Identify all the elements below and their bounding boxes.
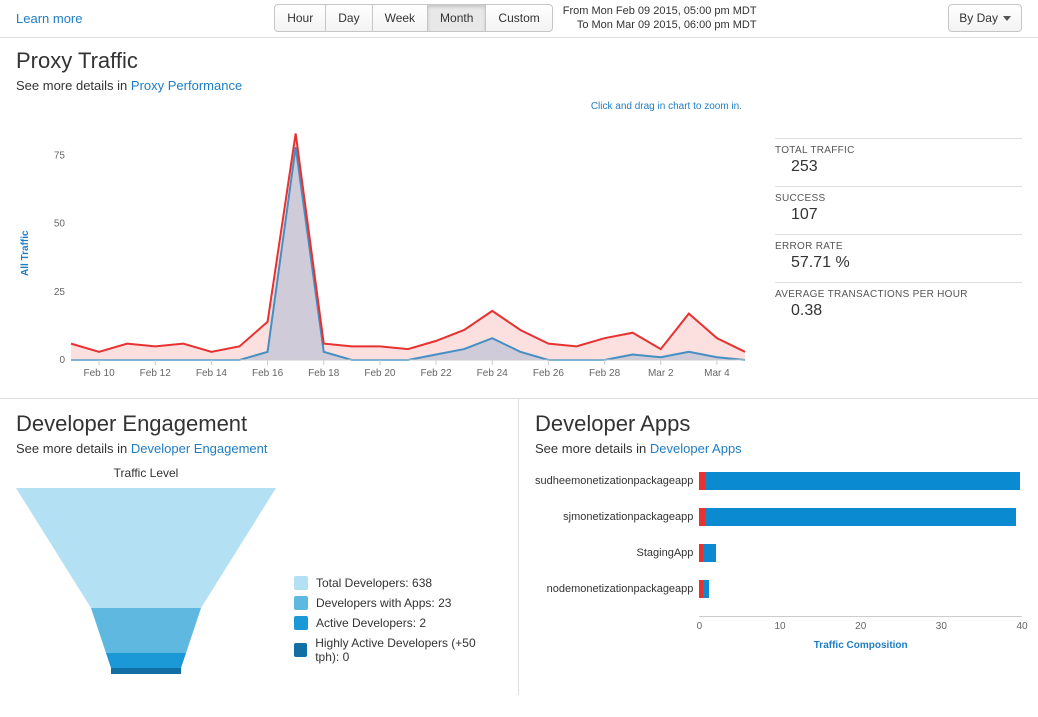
stat-total-traffic: TOTAL TRAFFIC 253 [775,138,1022,186]
apps-x-label: Traffic Composition [699,640,1022,651]
dev-engagement-subtitle: See more details in Developer Engagement [16,441,502,456]
dev-apps-link[interactable]: Developer Apps [650,441,742,456]
funnel-wrap: Traffic Level [16,466,276,683]
dev-engagement-title: Developer Engagement [16,411,502,437]
swatch-icon [294,576,308,590]
app-label: nodemonetizationpackageapp [547,580,694,598]
bottom-row: Developer Engagement See more details in… [0,399,1038,695]
svg-text:Feb 12: Feb 12 [140,368,172,379]
svg-text:Feb 18: Feb 18 [308,368,340,379]
svg-text:Mar 2: Mar 2 [648,368,674,379]
legend-label: Active Developers: 2 [316,616,426,630]
svg-text:25: 25 [54,286,66,297]
stat-value: 0.38 [775,302,1022,320]
funnel-legend: Total Developers: 638 Developers with Ap… [294,466,502,670]
apps-bars [699,472,1022,598]
stat-label: TOTAL TRAFFIC [775,145,1022,156]
aggregation-dropdown[interactable]: By Day [948,4,1022,32]
y-axis-label: All Traffic [16,118,35,388]
bar-row[interactable] [699,544,1022,562]
segment-month[interactable]: Month [428,5,486,31]
segment-hour[interactable]: Hour [275,5,326,31]
svg-text:Feb 24: Feb 24 [477,368,509,379]
swatch-icon [294,643,307,657]
stat-label: AVERAGE TRANSACTIONS PER HOUR [775,289,1022,300]
chevron-down-icon [1003,16,1011,21]
time-granularity-segments: Hour Day Week Month Custom [274,4,553,32]
svg-text:Feb 28: Feb 28 [589,368,621,379]
svg-text:Feb 14: Feb 14 [196,368,228,379]
funnel-chart[interactable] [16,488,276,683]
developer-apps-section: Developer Apps See more details in Devel… [519,399,1038,695]
date-range-from: From Mon Feb 09 2015, 05:00 pm MDT [563,4,757,18]
stat-value: 107 [775,206,1022,224]
svg-text:0: 0 [59,355,65,366]
svg-text:Feb 10: Feb 10 [84,368,116,379]
app-label: StagingApp [637,544,694,562]
proxy-performance-link[interactable]: Proxy Performance [131,78,242,93]
legend-item-with-apps: Developers with Apps: 23 [294,596,502,610]
swatch-icon [294,616,308,630]
svg-text:50: 50 [54,218,66,229]
apps-y-labels: sudheemonetizationpackageapp sjmonetizati… [535,472,699,651]
stat-label: ERROR RATE [775,241,1022,252]
stat-avg-tph: AVERAGE TRANSACTIONS PER HOUR 0.38 [775,282,1022,330]
sub-prefix: See more details in [16,441,131,456]
legend-item-total: Total Developers: 638 [294,576,502,590]
proxy-traffic-title: Proxy Traffic [16,48,1022,74]
segment-day[interactable]: Day [326,5,372,31]
svg-text:Feb 22: Feb 22 [421,368,453,379]
legend-label: Highly Active Developers (+50 tph): 0 [315,636,502,664]
legend-label: Developers with Apps: 23 [316,596,451,610]
proxy-traffic-chart[interactable]: 0 25 50 75 Feb 10 Feb 12 Feb 14 Feb 16 Feb 18 Feb… [35,118,755,388]
stat-success: SUCCESS 107 [775,186,1022,234]
stat-label: SUCCESS [775,193,1022,204]
sub-prefix: See more details in [535,441,650,456]
svg-text:Feb 20: Feb 20 [364,368,396,379]
segment-custom[interactable]: Custom [486,5,551,31]
dev-apps-subtitle: See more details in Developer Apps [535,441,1022,456]
svg-text:Feb 16: Feb 16 [252,368,284,379]
svg-text:75: 75 [54,150,66,161]
top-toolbar: Learn more Hour Day Week Month Custom Fr… [0,0,1038,38]
date-range-display: From Mon Feb 09 2015, 05:00 pm MDT To Mo… [563,4,757,33]
bar-row[interactable] [699,508,1022,526]
svg-text:Feb 26: Feb 26 [533,368,565,379]
proxy-chart-container[interactable]: All Traffic 0 25 50 75 Feb 10 Feb 12 Feb 14 Feb… [16,118,755,388]
aggregation-label: By Day [959,11,998,25]
bar-row[interactable] [699,472,1022,490]
dev-apps-title: Developer Apps [535,411,1022,437]
legend-item-highly-active: Highly Active Developers (+50 tph): 0 [294,636,502,664]
proxy-stats: TOTAL TRAFFIC 253 SUCCESS 107 ERROR RATE… [775,118,1022,388]
developer-engagement-section: Developer Engagement See more details in… [0,399,519,695]
stat-value: 57.71 % [775,254,1022,272]
stat-value: 253 [775,158,1022,176]
funnel-title: Traffic Level [16,466,276,480]
svg-text:Mar 4: Mar 4 [704,368,730,379]
apps-bar-chart[interactable]: sudheemonetizationpackageapp sjmonetizati… [535,472,1022,651]
segment-week[interactable]: Week [373,5,428,31]
dev-engagement-link[interactable]: Developer Engagement [131,441,268,456]
date-range-to: To Mon Mar 09 2015, 06:00 pm MDT [563,18,757,32]
app-label: sjmonetizationpackageapp [563,508,693,526]
bar-row[interactable] [699,580,1022,598]
proxy-sub-prefix: See more details in [16,78,131,93]
swatch-icon [294,596,308,610]
proxy-subtitle: See more details in Proxy Performance [16,78,1022,93]
learn-more-link[interactable]: Learn more [16,11,82,26]
legend-label: Total Developers: 638 [316,576,432,590]
proxy-traffic-section: Proxy Traffic See more details in Proxy … [0,38,1038,399]
zoom-hint: Click and drag in chart to zoom in. [16,101,1022,112]
apps-x-axis: 010203040 [699,616,1022,638]
app-label: sudheemonetizationpackageapp [535,472,693,490]
stat-error-rate: ERROR RATE 57.71 % [775,234,1022,282]
legend-item-active: Active Developers: 2 [294,616,502,630]
toolbar-center: Hour Day Week Month Custom From Mon Feb … [274,4,756,33]
